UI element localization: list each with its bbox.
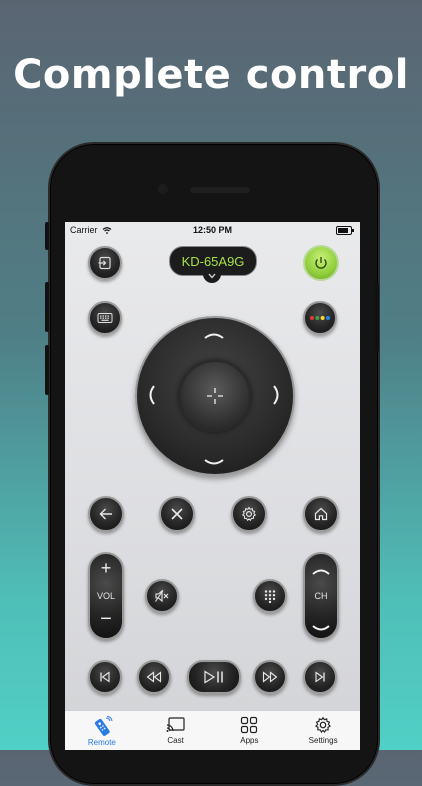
crosshair-icon bbox=[207, 388, 223, 404]
fast-forward-button[interactable] bbox=[253, 660, 287, 694]
channel-up-button[interactable] bbox=[311, 562, 331, 580]
tab-cast[interactable]: Cast bbox=[139, 711, 213, 750]
color-dots-icon bbox=[310, 316, 330, 320]
rewind-button[interactable] bbox=[137, 660, 171, 694]
gear-icon bbox=[241, 506, 257, 522]
tab-bar: Remote Cast Apps Settings bbox=[65, 710, 360, 750]
cast-icon bbox=[166, 717, 185, 732]
dpad bbox=[135, 316, 295, 476]
channel-down-button[interactable] bbox=[311, 620, 331, 638]
home-icon bbox=[314, 507, 328, 521]
rewind-icon bbox=[146, 671, 162, 683]
mute-switch bbox=[45, 222, 49, 250]
skip-previous-icon bbox=[100, 671, 110, 683]
dpad-up-button[interactable] bbox=[203, 324, 225, 342]
volume-down-side bbox=[45, 345, 49, 395]
volume-rocker: + VOL − bbox=[88, 552, 124, 640]
keyboard-icon bbox=[97, 313, 113, 323]
keyboard-button[interactable] bbox=[88, 301, 122, 335]
arc-down-icon bbox=[312, 625, 330, 631]
numpad-button[interactable] bbox=[253, 579, 287, 613]
clock: 12:50 PM bbox=[192, 225, 233, 235]
tab-remote[interactable]: Remote bbox=[65, 711, 139, 750]
volume-up-side bbox=[45, 282, 49, 332]
power-button[interactable] bbox=[303, 245, 339, 281]
device-dropdown[interactable] bbox=[203, 269, 221, 283]
play-pause-icon bbox=[204, 670, 223, 684]
dpad-left-button[interactable] bbox=[147, 384, 155, 409]
status-bar: Carrier 12:50 PM bbox=[65, 222, 360, 238]
input-source-button[interactable] bbox=[88, 246, 122, 280]
dpad-ok-button[interactable] bbox=[179, 360, 251, 432]
arc-right-icon bbox=[273, 385, 279, 405]
arc-up-icon bbox=[312, 569, 330, 575]
speaker-mute-icon bbox=[155, 589, 169, 603]
exit-button[interactable] bbox=[159, 496, 195, 532]
tab-apps-label: Apps bbox=[240, 736, 259, 745]
tab-settings-label: Settings bbox=[308, 736, 338, 745]
headline: Complete control bbox=[13, 52, 409, 98]
home-button[interactable] bbox=[303, 496, 339, 532]
tab-apps[interactable]: Apps bbox=[213, 711, 287, 750]
gear-icon bbox=[315, 716, 332, 734]
dpad-down-button[interactable] bbox=[203, 452, 225, 470]
dpad-right-button[interactable] bbox=[273, 384, 281, 409]
camera bbox=[158, 184, 168, 194]
tab-cast-label: Cast bbox=[167, 736, 184, 745]
channel-rocker: CH bbox=[303, 552, 339, 640]
tab-remote-label: Remote bbox=[87, 738, 116, 747]
color-buttons[interactable] bbox=[303, 301, 337, 335]
arc-down-icon bbox=[204, 459, 224, 465]
device-name: KD-65A9G bbox=[181, 253, 245, 269]
skip-next-icon bbox=[315, 671, 325, 683]
tab-settings[interactable]: Settings bbox=[286, 711, 360, 750]
apps-grid-icon bbox=[241, 716, 258, 734]
close-icon bbox=[171, 508, 183, 520]
battery-icon bbox=[336, 226, 354, 235]
input-source-icon bbox=[98, 256, 111, 270]
arc-up-icon bbox=[204, 333, 224, 339]
volume-label: VOL bbox=[96, 591, 115, 601]
app-screen: Carrier 12:50 PM KD-65A9G + VOL − CH Rem… bbox=[65, 222, 360, 750]
power-icon bbox=[315, 257, 327, 269]
arrow-left-icon bbox=[99, 508, 112, 520]
arc-left-icon bbox=[149, 385, 155, 405]
previous-button[interactable] bbox=[88, 660, 122, 694]
numpad-grid-icon bbox=[264, 590, 276, 603]
play-pause-button[interactable] bbox=[187, 660, 241, 694]
back-button[interactable] bbox=[88, 496, 124, 532]
volume-up-button[interactable]: + bbox=[90, 558, 122, 579]
volume-down-button[interactable]: − bbox=[90, 608, 122, 631]
tv-settings-button[interactable] bbox=[231, 496, 267, 532]
fast-forward-icon bbox=[262, 671, 278, 683]
next-button[interactable] bbox=[303, 660, 337, 694]
chevron-down-icon bbox=[208, 273, 216, 279]
remote-icon bbox=[94, 716, 113, 736]
speaker bbox=[190, 187, 250, 193]
channel-label: CH bbox=[314, 591, 328, 601]
side-button bbox=[375, 282, 379, 352]
mute-button[interactable] bbox=[145, 579, 179, 613]
